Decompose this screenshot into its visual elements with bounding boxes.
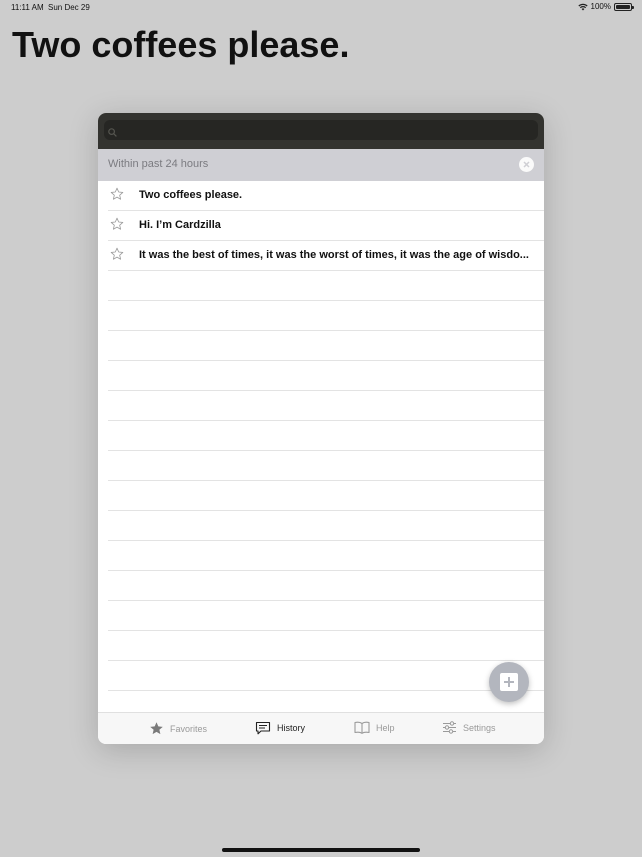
empty-row — [108, 451, 544, 481]
star-outline-icon[interactable] — [110, 187, 124, 201]
home-indicator[interactable] — [222, 848, 420, 852]
tab-help[interactable]: Help — [354, 721, 395, 734]
empty-row — [108, 301, 544, 331]
status-bar: 11:11 AM Sun Dec 29 100% — [0, 0, 642, 16]
empty-row — [108, 661, 544, 691]
list-item-text: It was the best of times, it was the wor… — [139, 249, 529, 261]
clear-history-button[interactable] — [519, 157, 534, 172]
tab-settings[interactable]: Settings — [442, 721, 496, 734]
status-date: Sun Dec 29 — [48, 3, 90, 12]
status-right: 100% — [577, 2, 634, 11]
list-item[interactable]: Two coffees please. — [108, 181, 544, 211]
star-outline-icon[interactable] — [110, 217, 124, 231]
search-input[interactable] — [104, 120, 538, 140]
tab-label: Help — [376, 722, 395, 733]
list-item[interactable]: It was the best of times, it was the wor… — [108, 241, 544, 271]
tab-label: Favorites — [170, 723, 208, 734]
empty-row — [108, 421, 544, 451]
empty-row — [108, 511, 544, 541]
add-card-icon — [500, 673, 518, 691]
page-title: Two coffees please. — [12, 24, 350, 65]
list-item[interactable]: Hi. I’m Cardzilla — [108, 211, 544, 241]
star-outline-icon[interactable] — [110, 247, 124, 261]
book-icon — [354, 721, 370, 734]
empty-row — [108, 481, 544, 511]
add-card-button[interactable] — [489, 662, 529, 702]
empty-row — [108, 631, 544, 661]
empty-row — [108, 361, 544, 391]
empty-row — [108, 601, 544, 631]
chat-bubble-icon — [255, 721, 271, 735]
sliders-icon — [442, 721, 457, 734]
empty-row — [108, 331, 544, 361]
history-panel: Within past 24 hours Two coffees please.… — [98, 113, 544, 744]
wifi-icon — [577, 3, 588, 11]
battery-icon — [614, 2, 634, 11]
star-icon — [149, 721, 164, 736]
list-item-text: Hi. I’m Cardzilla — [139, 219, 221, 231]
section-header: Within past 24 hours — [98, 149, 544, 181]
empty-row — [108, 391, 544, 421]
empty-row — [108, 541, 544, 571]
section-title: Within past 24 hours — [108, 158, 209, 170]
history-list: Two coffees please. Hi. I’m Cardzilla It… — [98, 181, 544, 721]
battery-percent: 100% — [590, 2, 611, 11]
search-icon — [108, 124, 117, 142]
status-time: 11:11 AM — [11, 3, 44, 12]
list-item-text: Two coffees please. — [139, 189, 243, 201]
tab-label: Settings — [463, 722, 496, 733]
search-area — [98, 113, 544, 149]
empty-row — [108, 571, 544, 601]
tab-history[interactable]: History — [255, 721, 305, 735]
tab-bar: Favorites History Help Settings — [98, 712, 544, 744]
tab-label: History — [277, 723, 306, 733]
tab-favorites[interactable]: Favorites — [149, 721, 207, 736]
empty-row — [108, 271, 544, 301]
close-icon — [523, 161, 530, 168]
